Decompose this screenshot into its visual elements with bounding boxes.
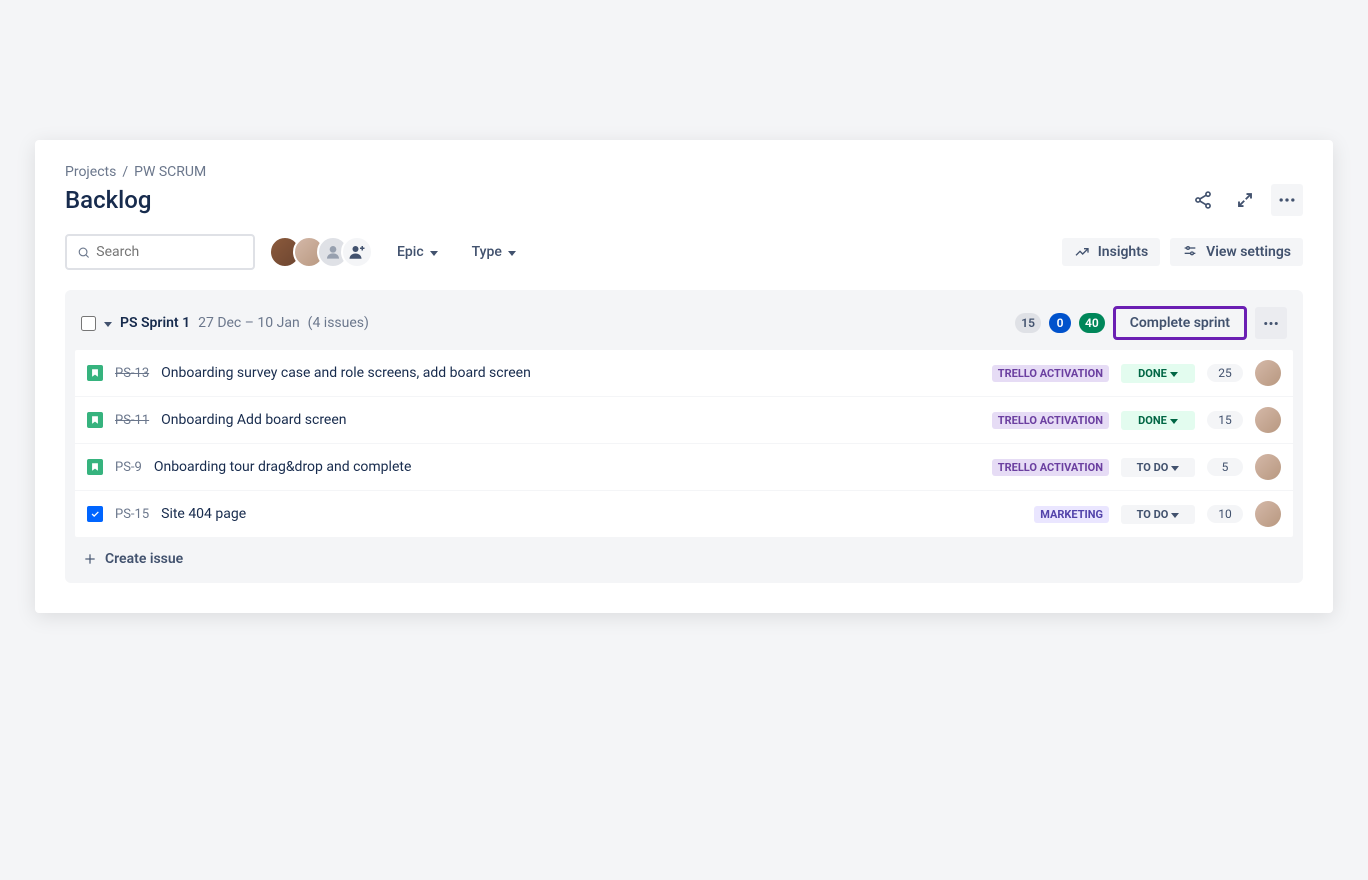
assignee-avatar[interactable] xyxy=(1255,360,1281,386)
story-points: 15 xyxy=(1207,411,1243,429)
sprint-name[interactable]: PS Sprint 1 xyxy=(120,315,190,331)
view-settings-button[interactable]: View settings xyxy=(1170,238,1303,266)
breadcrumb: Projects / PW SCRUM xyxy=(65,164,1303,180)
chevron-down-icon xyxy=(430,244,438,260)
create-issue-button[interactable]: Create issue xyxy=(65,537,1303,567)
chevron-down-icon xyxy=(1170,367,1178,380)
issue-title: Onboarding survey case and role screens,… xyxy=(161,365,980,381)
sprint-more-icon[interactable] xyxy=(1255,307,1287,339)
assignee-avatar[interactable] xyxy=(1255,501,1281,527)
issue-title: Onboarding tour drag&drop and complete xyxy=(154,459,980,475)
chevron-down-icon xyxy=(508,244,516,260)
insights-button[interactable]: Insights xyxy=(1062,238,1160,266)
status-dropdown[interactable]: TO DO xyxy=(1121,458,1195,477)
issue-row[interactable]: PS-15 Site 404 page MARKETING TO DO 10 xyxy=(75,491,1293,537)
epic-label[interactable]: MARKETING xyxy=(1034,506,1109,523)
assignee-avatar[interactable] xyxy=(1255,454,1281,480)
issue-key[interactable]: PS-9 xyxy=(115,460,142,475)
sprint-dates: 27 Dec – 10 Jan xyxy=(198,315,300,331)
page-title: Backlog xyxy=(65,186,151,214)
share-icon[interactable] xyxy=(1187,184,1219,216)
issue-key[interactable]: PS-15 xyxy=(115,507,149,522)
issue-key[interactable]: PS-11 xyxy=(115,413,149,428)
issue-row[interactable]: PS-11 Onboarding Add board screen TRELLO… xyxy=(75,397,1293,444)
count-todo: 15 xyxy=(1015,313,1041,333)
more-actions-icon[interactable] xyxy=(1271,184,1303,216)
issue-list: PS-13 Onboarding survey case and role sc… xyxy=(75,350,1293,537)
expand-icon[interactable] xyxy=(1229,184,1261,216)
breadcrumb-project[interactable]: PW SCRUM xyxy=(134,164,206,180)
epic-label[interactable]: TRELLO ACTIVATION xyxy=(992,412,1109,429)
story-icon xyxy=(87,459,103,475)
story-points: 10 xyxy=(1207,505,1243,523)
breadcrumb-root[interactable]: Projects xyxy=(65,164,116,180)
issue-row[interactable]: PS-13 Onboarding survey case and role sc… xyxy=(75,350,1293,397)
chevron-down-icon xyxy=(1171,508,1179,521)
count-done: 40 xyxy=(1079,313,1105,333)
story-points: 25 xyxy=(1207,364,1243,382)
chevron-down-icon xyxy=(1170,414,1178,427)
story-points: 5 xyxy=(1207,458,1243,476)
search-field[interactable] xyxy=(96,244,243,260)
issue-key[interactable]: PS-13 xyxy=(115,366,149,381)
epic-label[interactable]: TRELLO ACTIVATION xyxy=(992,459,1109,476)
add-people-button[interactable] xyxy=(341,236,373,268)
story-icon xyxy=(87,365,103,381)
issue-row[interactable]: PS-9 Onboarding tour drag&drop and compl… xyxy=(75,444,1293,491)
issue-title: Site 404 page xyxy=(161,506,1022,522)
complete-sprint-button[interactable]: Complete sprint xyxy=(1113,306,1247,340)
avatar-group xyxy=(269,236,373,268)
chevron-down-icon xyxy=(1171,461,1179,474)
status-dropdown[interactable]: TO DO xyxy=(1121,505,1195,524)
search-input[interactable] xyxy=(65,234,255,270)
epic-filter[interactable]: Epic xyxy=(387,238,448,266)
backlog-page: Projects / PW SCRUM Backlog xyxy=(35,140,1333,613)
task-icon xyxy=(87,506,103,522)
status-dropdown[interactable]: DONE xyxy=(1121,411,1195,430)
type-filter[interactable]: Type xyxy=(462,238,526,266)
count-inprogress: 0 xyxy=(1049,313,1071,333)
assignee-avatar[interactable] xyxy=(1255,407,1281,433)
sprint-panel: PS Sprint 1 27 Dec – 10 Jan (4 issues) 1… xyxy=(65,290,1303,583)
story-icon xyxy=(87,412,103,428)
status-dropdown[interactable]: DONE xyxy=(1121,364,1195,383)
epic-label[interactable]: TRELLO ACTIVATION xyxy=(992,365,1109,382)
sprint-select-checkbox[interactable] xyxy=(81,316,96,331)
sprint-issue-count: (4 issues) xyxy=(308,315,369,331)
collapse-sprint-icon[interactable] xyxy=(104,315,112,331)
header-actions xyxy=(1187,184,1303,216)
issue-title: Onboarding Add board screen xyxy=(161,412,980,428)
